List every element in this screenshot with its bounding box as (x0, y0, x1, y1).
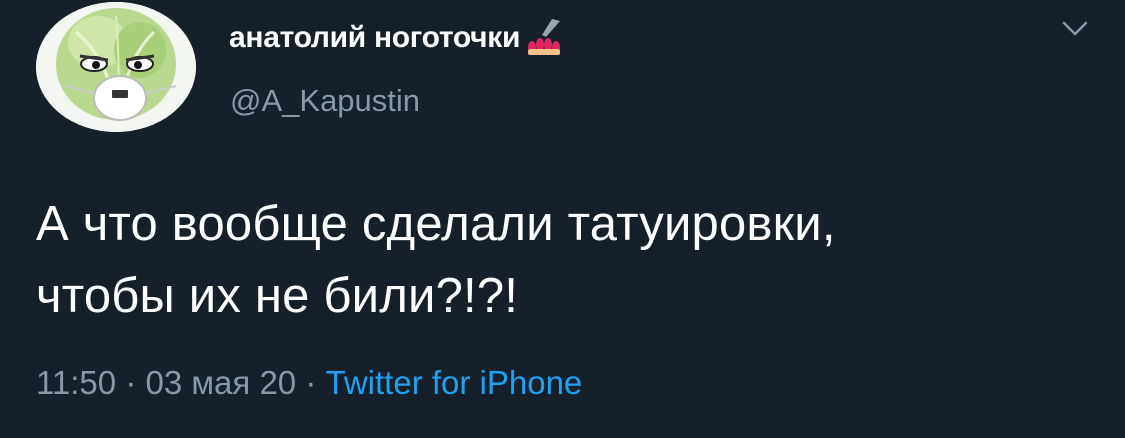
tweet-text-line: чтобы их не били?!?! (36, 269, 519, 323)
display-name-text: анатолий ноготочки (229, 21, 521, 54)
tweet-meta: 11:50 · 03 мая 20 · Twitter for iPhone (36, 364, 582, 402)
tweet-time[interactable]: 11:50 (36, 364, 116, 401)
tweet-text-line: А что вообще сделали татуировки, (36, 197, 836, 251)
chevron-down-icon[interactable] (1060, 18, 1090, 40)
tweet-source-link[interactable]: Twitter for iPhone (326, 364, 583, 401)
cabbage-avatar-icon (36, 2, 196, 132)
nail-polish-icon (522, 17, 568, 55)
meta-separator: · (125, 364, 137, 401)
tweet-text: А что вообще сделали татуировки, чтобы и… (36, 188, 1096, 332)
tweet-date[interactable]: 03 мая 20 (145, 364, 296, 401)
author-handle[interactable]: @A_Kapustin (230, 83, 420, 119)
author-display-name[interactable]: анатолий ноготочки (229, 17, 568, 55)
tweet-card: анатолий ноготочки @A_Kapustin А что воо… (0, 0, 1125, 438)
meta-separator: · (305, 364, 317, 401)
avatar[interactable] (36, 2, 196, 132)
